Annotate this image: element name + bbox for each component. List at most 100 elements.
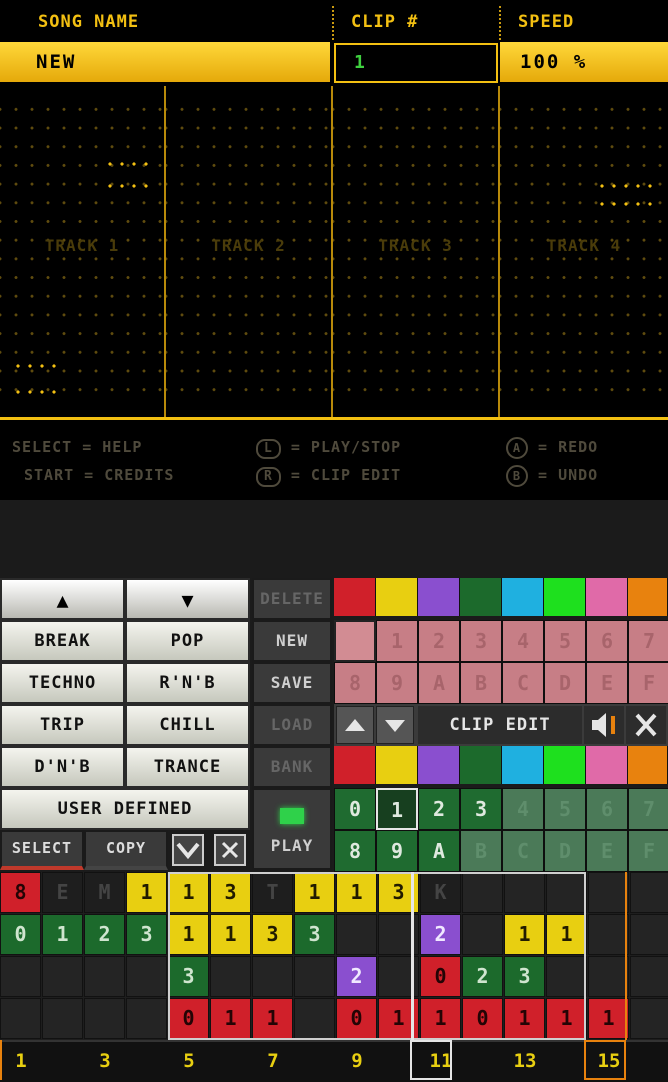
song-slot[interactable]: D — [544, 662, 586, 704]
style-user-defined-button[interactable]: USER DEFINED — [0, 788, 250, 830]
style-break-button[interactable]: BREAK — [0, 620, 125, 662]
sequencer-cell[interactable] — [588, 872, 629, 913]
song-slot[interactable]: F — [628, 662, 668, 704]
song-slot[interactable]: E — [586, 662, 628, 704]
sequencer-cell[interactable] — [252, 956, 293, 997]
clip-number-field[interactable]: 1 — [334, 43, 498, 83]
style-dnb-button[interactable]: D'N'B — [0, 746, 125, 788]
song-slot[interactable]: 8 — [334, 662, 376, 704]
bank-slot[interactable]: C — [502, 830, 544, 872]
sequencer-cell[interactable]: 1 — [168, 914, 209, 955]
sequencer-cell[interactable] — [0, 998, 41, 1039]
sequencer-cell[interactable]: 0 — [420, 956, 461, 997]
sequencer-cell[interactable] — [546, 872, 587, 913]
sequencer-cell[interactable]: 3 — [252, 914, 293, 955]
copy-button[interactable]: COPY — [84, 830, 168, 870]
sequencer-cell[interactable] — [630, 956, 668, 997]
color-swatch[interactable] — [418, 578, 460, 616]
track-column-3[interactable]: TRACK 3 — [333, 86, 500, 418]
color-swatch[interactable] — [544, 746, 586, 784]
play-button[interactable]: PLAY — [252, 788, 332, 870]
sequencer-cell[interactable] — [84, 998, 125, 1039]
sequencer-cell[interactable] — [336, 914, 377, 955]
style-rnb-button[interactable]: R'N'B — [125, 662, 250, 704]
sequencer-cell[interactable]: M — [84, 872, 125, 913]
song-slot[interactable]: 4 — [502, 620, 544, 662]
sequencer-cell[interactable]: 1 — [420, 998, 461, 1039]
sequencer-cell[interactable]: 1 — [168, 872, 209, 913]
sequencer-cell[interactable]: K — [420, 872, 461, 913]
scroll-down-button[interactable]: ▼ — [125, 578, 250, 620]
color-swatch[interactable] — [334, 578, 376, 616]
bank-slot[interactable]: A — [418, 830, 460, 872]
bank-slot[interactable]: 3 — [460, 788, 502, 830]
color-swatch[interactable] — [586, 746, 628, 784]
sequencer-cell[interactable]: 1 — [336, 872, 377, 913]
delete-button[interactable]: DELETE — [252, 578, 332, 620]
bank-slot[interactable]: 6 — [586, 788, 628, 830]
sequencer-cell[interactable] — [126, 956, 167, 997]
load-button[interactable]: LOAD — [252, 704, 332, 746]
track-column-4[interactable]: TRACK 4 — [500, 86, 668, 418]
bank-slot[interactable]: 2 — [418, 788, 460, 830]
sequencer-cell[interactable]: 1 — [504, 914, 545, 955]
sequencer-cell[interactable] — [504, 872, 545, 913]
track-column-2[interactable]: TRACK 2 — [166, 86, 333, 418]
song-slot[interactable]: 6 — [586, 620, 628, 662]
bank-slot[interactable]: 8 — [334, 830, 376, 872]
song-slot[interactable]: 5 — [544, 620, 586, 662]
style-techno-button[interactable]: TECHNO — [0, 662, 125, 704]
speaker-icon[interactable] — [584, 706, 624, 744]
bank-slot[interactable]: B — [460, 830, 502, 872]
color-swatch[interactable] — [502, 746, 544, 784]
down-arrow-icon[interactable] — [376, 706, 414, 744]
up-arrow-icon[interactable] — [336, 706, 374, 744]
sequencer-cell[interactable]: 1 — [546, 998, 587, 1039]
select-button[interactable]: SELECT — [0, 830, 84, 870]
bank-slot[interactable]: D — [544, 830, 586, 872]
song-slot[interactable]: 9 — [376, 662, 418, 704]
song-slot-active[interactable] — [334, 620, 376, 662]
bank-slot[interactable]: 9 — [376, 830, 418, 872]
sequencer-cell[interactable]: 1 — [42, 914, 83, 955]
song-slot[interactable]: B — [460, 662, 502, 704]
sequencer-cell[interactable]: 0 — [462, 998, 503, 1039]
sequencer-cell[interactable]: 3 — [168, 956, 209, 997]
sequencer-cell[interactable] — [546, 956, 587, 997]
sequencer-cell[interactable] — [210, 956, 251, 997]
save-button[interactable]: SAVE — [252, 662, 332, 704]
bank-slot[interactable]: 0 — [334, 788, 376, 830]
clear-icon[interactable] — [214, 834, 246, 866]
sequencer-cell[interactable]: 1 — [210, 914, 251, 955]
bank-slot[interactable]: F — [628, 830, 668, 872]
sequencer-cell[interactable]: 2 — [462, 956, 503, 997]
sequencer-cell[interactable]: 8 — [0, 872, 41, 913]
song-slot[interactable]: A — [418, 662, 460, 704]
sequencer-cell[interactable] — [630, 914, 668, 955]
sequencer-cell[interactable]: 0 — [336, 998, 377, 1039]
bank-slot[interactable]: 1 — [376, 788, 418, 830]
song-slot[interactable]: C — [502, 662, 544, 704]
color-swatch[interactable] — [460, 578, 502, 616]
sequencer-cell[interactable] — [42, 998, 83, 1039]
sequencer-cell[interactable]: 2 — [336, 956, 377, 997]
style-trance-button[interactable]: TRANCE — [125, 746, 250, 788]
sequencer-cell[interactable] — [630, 998, 668, 1039]
bank-slot[interactable]: 4 — [502, 788, 544, 830]
sequencer-cell[interactable]: 1 — [588, 998, 629, 1039]
sequencer-cell[interactable] — [462, 914, 503, 955]
color-swatch[interactable] — [628, 746, 668, 784]
close-icon[interactable] — [626, 706, 666, 744]
sequencer-cell[interactable] — [0, 956, 41, 997]
sequencer-cell[interactable]: 1 — [210, 998, 251, 1039]
sequencer-cell[interactable]: 3 — [294, 914, 335, 955]
sequencer-cell[interactable]: 0 — [0, 914, 41, 955]
song-slot[interactable]: 3 — [460, 620, 502, 662]
color-swatch[interactable] — [460, 746, 502, 784]
sequencer-cell[interactable]: 1 — [294, 872, 335, 913]
sequencer-cell[interactable]: 1 — [126, 872, 167, 913]
bank-slot[interactable]: E — [586, 830, 628, 872]
sequencer-cell[interactable]: T — [252, 872, 293, 913]
color-swatch[interactable] — [334, 746, 376, 784]
style-pop-button[interactable]: POP — [125, 620, 250, 662]
